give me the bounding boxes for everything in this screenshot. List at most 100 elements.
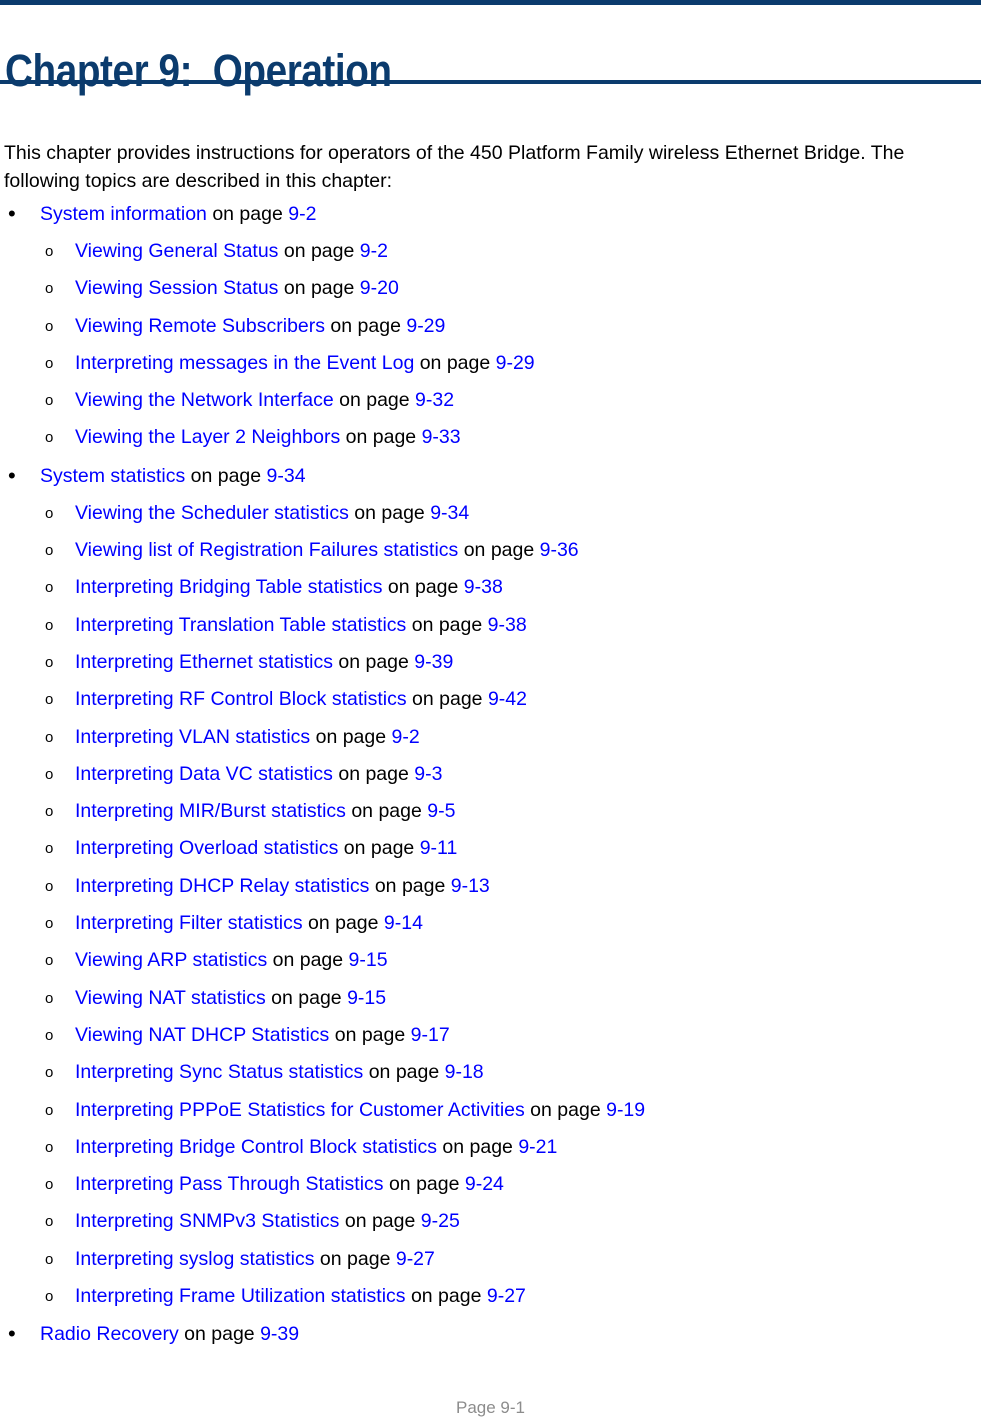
toc-entry[interactable]: o Interpreting PPPoE Statistics for Custo… xyxy=(0,1092,981,1129)
toc-entry[interactable]: o Interpreting MIR/Burst statistics on pa… xyxy=(0,793,981,830)
toc-entry[interactable]: o Interpreting Sync Status statistics on … xyxy=(0,1054,981,1091)
toc-entry[interactable]: o Interpreting Data VC statistics on page… xyxy=(0,756,981,793)
toc-entry[interactable]: o Interpreting Pass Through Statistics on… xyxy=(0,1166,981,1203)
toc-entry-link[interactable]: Interpreting Sync Status statistics xyxy=(75,1061,363,1083)
toc-entry-link[interactable]: Interpreting PPPoE Statistics for Custom… xyxy=(75,1099,525,1121)
toc-entry-link[interactable]: Interpreting MIR/Burst statistics xyxy=(75,800,346,822)
toc-entry-page[interactable]: 9-14 xyxy=(384,912,423,934)
toc-entry-link[interactable]: Interpreting VLAN statistics xyxy=(75,726,310,748)
toc-entry-page[interactable]: 9-5 xyxy=(427,800,455,822)
toc-entry-link[interactable]: Viewing the Layer 2 Neighbors xyxy=(75,426,340,448)
toc-entry-page[interactable]: 9-2 xyxy=(288,203,316,225)
toc-entry[interactable]: o Interpreting Filter statistics on page … xyxy=(0,905,981,942)
toc-entry-page[interactable]: 9-39 xyxy=(260,1323,299,1345)
toc-entry-link[interactable]: Viewing NAT statistics xyxy=(75,987,266,1009)
toc-entry[interactable]: o Viewing NAT DHCP Statistics on page 9-1… xyxy=(0,1017,981,1054)
toc-entry-link[interactable]: Interpreting syslog statistics xyxy=(75,1248,315,1270)
toc-entry[interactable]: o Viewing General Status on page 9-2 xyxy=(0,233,981,270)
toc-entry-connector: on page xyxy=(340,426,422,449)
toc-entry-page[interactable]: 9-34 xyxy=(430,502,469,524)
toc-entry[interactable]: • Radio Recovery on page 9-39 xyxy=(0,1315,981,1353)
toc-entry-link[interactable]: Viewing Session Status xyxy=(75,277,278,299)
toc-entry-link[interactable]: Viewing NAT DHCP Statistics xyxy=(75,1024,329,1046)
toc-entry[interactable]: o Viewing NAT statistics on page 9-15 xyxy=(0,980,981,1017)
toc-entry[interactable]: o Viewing the Layer 2 Neighbors on page 9… xyxy=(0,419,981,456)
toc-entry[interactable]: o Interpreting Translation Table statisti… xyxy=(0,607,981,644)
toc-entry[interactable]: o Viewing the Network Interface on page 9… xyxy=(0,382,981,419)
toc-entry-page[interactable]: 9-13 xyxy=(451,875,490,897)
circle-bullet-icon: o xyxy=(45,1288,54,1306)
toc-entry[interactable]: o Viewing the Scheduler statistics on pag… xyxy=(0,495,981,532)
toc-entry-page[interactable]: 9-36 xyxy=(540,539,579,561)
toc-entry-page[interactable]: 9-20 xyxy=(360,277,399,299)
toc-entry-link[interactable]: Viewing Remote Subscribers xyxy=(75,315,325,337)
toc-entry[interactable]: • System statistics on page 9-34 xyxy=(0,457,981,495)
toc-entry[interactable]: o Interpreting Frame Utilization statisti… xyxy=(0,1278,981,1315)
toc-entry[interactable]: o Interpreting VLAN statistics on page 9-… xyxy=(0,719,981,756)
toc-entry-page[interactable]: 9-38 xyxy=(464,576,503,598)
toc-entry-page[interactable]: 9-15 xyxy=(349,949,388,971)
toc-entry-page[interactable]: 9-2 xyxy=(392,726,420,748)
toc-entry-link[interactable]: System information xyxy=(40,203,207,225)
toc-entry-page[interactable]: 9-29 xyxy=(406,315,445,337)
circle-bullet-icon: o xyxy=(45,354,54,372)
toc-entry-page[interactable]: 9-27 xyxy=(487,1285,526,1307)
toc-entry-page[interactable]: 9-17 xyxy=(411,1024,450,1046)
toc-entry-link[interactable]: Interpreting SNMPv3 Statistics xyxy=(75,1210,339,1232)
toc-entry-link[interactable]: Interpreting Bridge Control Block statis… xyxy=(75,1136,437,1158)
toc-entry-page[interactable]: 9-11 xyxy=(420,837,458,859)
toc-entry-page[interactable]: 9-21 xyxy=(518,1136,557,1158)
toc-entry[interactable]: o Interpreting DHCP Relay statistics on p… xyxy=(0,868,981,905)
toc-entry[interactable]: o Interpreting messages in the Event Log … xyxy=(0,345,981,382)
toc-entry-page[interactable]: 9-25 xyxy=(421,1210,460,1232)
toc-entry[interactable]: o Interpreting Bridging Table statistics … xyxy=(0,569,981,606)
toc-entry[interactable]: • System information on page 9-2 xyxy=(0,195,981,233)
toc-entry-link[interactable]: Interpreting Pass Through Statistics xyxy=(75,1173,384,1195)
toc-entry-link[interactable]: Interpreting Frame Utilization statistic… xyxy=(75,1285,406,1307)
toc-entry-page[interactable]: 9-24 xyxy=(465,1173,504,1195)
toc-entry[interactable]: o Interpreting SNMPv3 Statistics on page … xyxy=(0,1203,981,1240)
toc-entry[interactable]: o Interpreting Overload statistics on pag… xyxy=(0,830,981,867)
toc-entry-link[interactable]: Interpreting Ethernet statistics xyxy=(75,651,333,673)
toc-entry-connector: on page xyxy=(185,464,267,487)
toc-entry-page[interactable]: 9-32 xyxy=(415,389,454,411)
toc-entry-link[interactable]: Interpreting Filter statistics xyxy=(75,912,303,934)
toc-entry-link[interactable]: Interpreting DHCP Relay statistics xyxy=(75,875,369,897)
toc-entry-link[interactable]: Viewing General Status xyxy=(75,240,278,262)
toc-entry-link[interactable]: Interpreting messages in the Event Log xyxy=(75,352,414,374)
circle-bullet-icon: o xyxy=(45,1064,54,1082)
toc-entry[interactable]: o Interpreting syslog statistics on page … xyxy=(0,1241,981,1278)
toc-entry-page[interactable]: 9-2 xyxy=(360,240,388,262)
toc-entry-page[interactable]: 9-15 xyxy=(347,987,386,1009)
toc-entry[interactable]: o Viewing Remote Subscribers on page 9-29 xyxy=(0,308,981,345)
toc-entry-link[interactable]: Interpreting RF Control Block statistics xyxy=(75,688,407,710)
toc-entry-link[interactable]: System statistics xyxy=(40,465,185,487)
toc-entry-page[interactable]: 9-29 xyxy=(496,352,535,374)
toc-entry-page[interactable]: 9-19 xyxy=(606,1099,645,1121)
toc-entry-link[interactable]: Viewing the Scheduler statistics xyxy=(75,502,349,524)
circle-bullet-icon: o xyxy=(45,653,54,671)
toc-entry-link[interactable]: Radio Recovery xyxy=(40,1323,184,1345)
circle-bullet-icon: o xyxy=(45,1138,54,1156)
toc-entry-link[interactable]: Viewing the Network Interface xyxy=(75,389,334,411)
toc-entry-page[interactable]: 9-3 xyxy=(414,763,442,785)
toc-entry-link[interactable]: Interpreting Translation Table statistic… xyxy=(75,614,406,636)
toc-entry-page[interactable]: 9-38 xyxy=(488,614,527,636)
toc-entry-link[interactable]: Interpreting Bridging Table statistics xyxy=(75,576,382,598)
toc-entry[interactable]: o Interpreting Ethernet statistics on pag… xyxy=(0,644,981,681)
toc-entry-page[interactable]: 9-27 xyxy=(396,1248,435,1270)
toc-entry-page[interactable]: 9-33 xyxy=(422,426,461,448)
toc-entry-page[interactable]: 9-34 xyxy=(267,465,306,487)
toc-entry-page[interactable]: 9-18 xyxy=(445,1061,484,1083)
toc-entry-link[interactable]: Viewing ARP statistics xyxy=(75,949,267,971)
toc-entry-page[interactable]: 9-39 xyxy=(414,651,453,673)
toc-entry[interactable]: o Interpreting Bridge Control Block stati… xyxy=(0,1129,981,1166)
toc-entry[interactable]: o Viewing ARP statistics on page 9-15 xyxy=(0,942,981,979)
toc-entry[interactable]: o Viewing list of Registration Failures s… xyxy=(0,532,981,569)
toc-entry-link[interactable]: Interpreting Overload statistics xyxy=(75,837,338,859)
toc-entry-link[interactable]: Viewing list of Registration Failures st… xyxy=(75,539,458,561)
toc-entry-link[interactable]: Interpreting Data VC statistics xyxy=(75,763,333,785)
toc-entry[interactable]: o Interpreting RF Control Block statistic… xyxy=(0,681,981,718)
toc-entry-page[interactable]: 9-42 xyxy=(488,688,527,710)
toc-entry[interactable]: o Viewing Session Status on page 9-20 xyxy=(0,270,981,307)
